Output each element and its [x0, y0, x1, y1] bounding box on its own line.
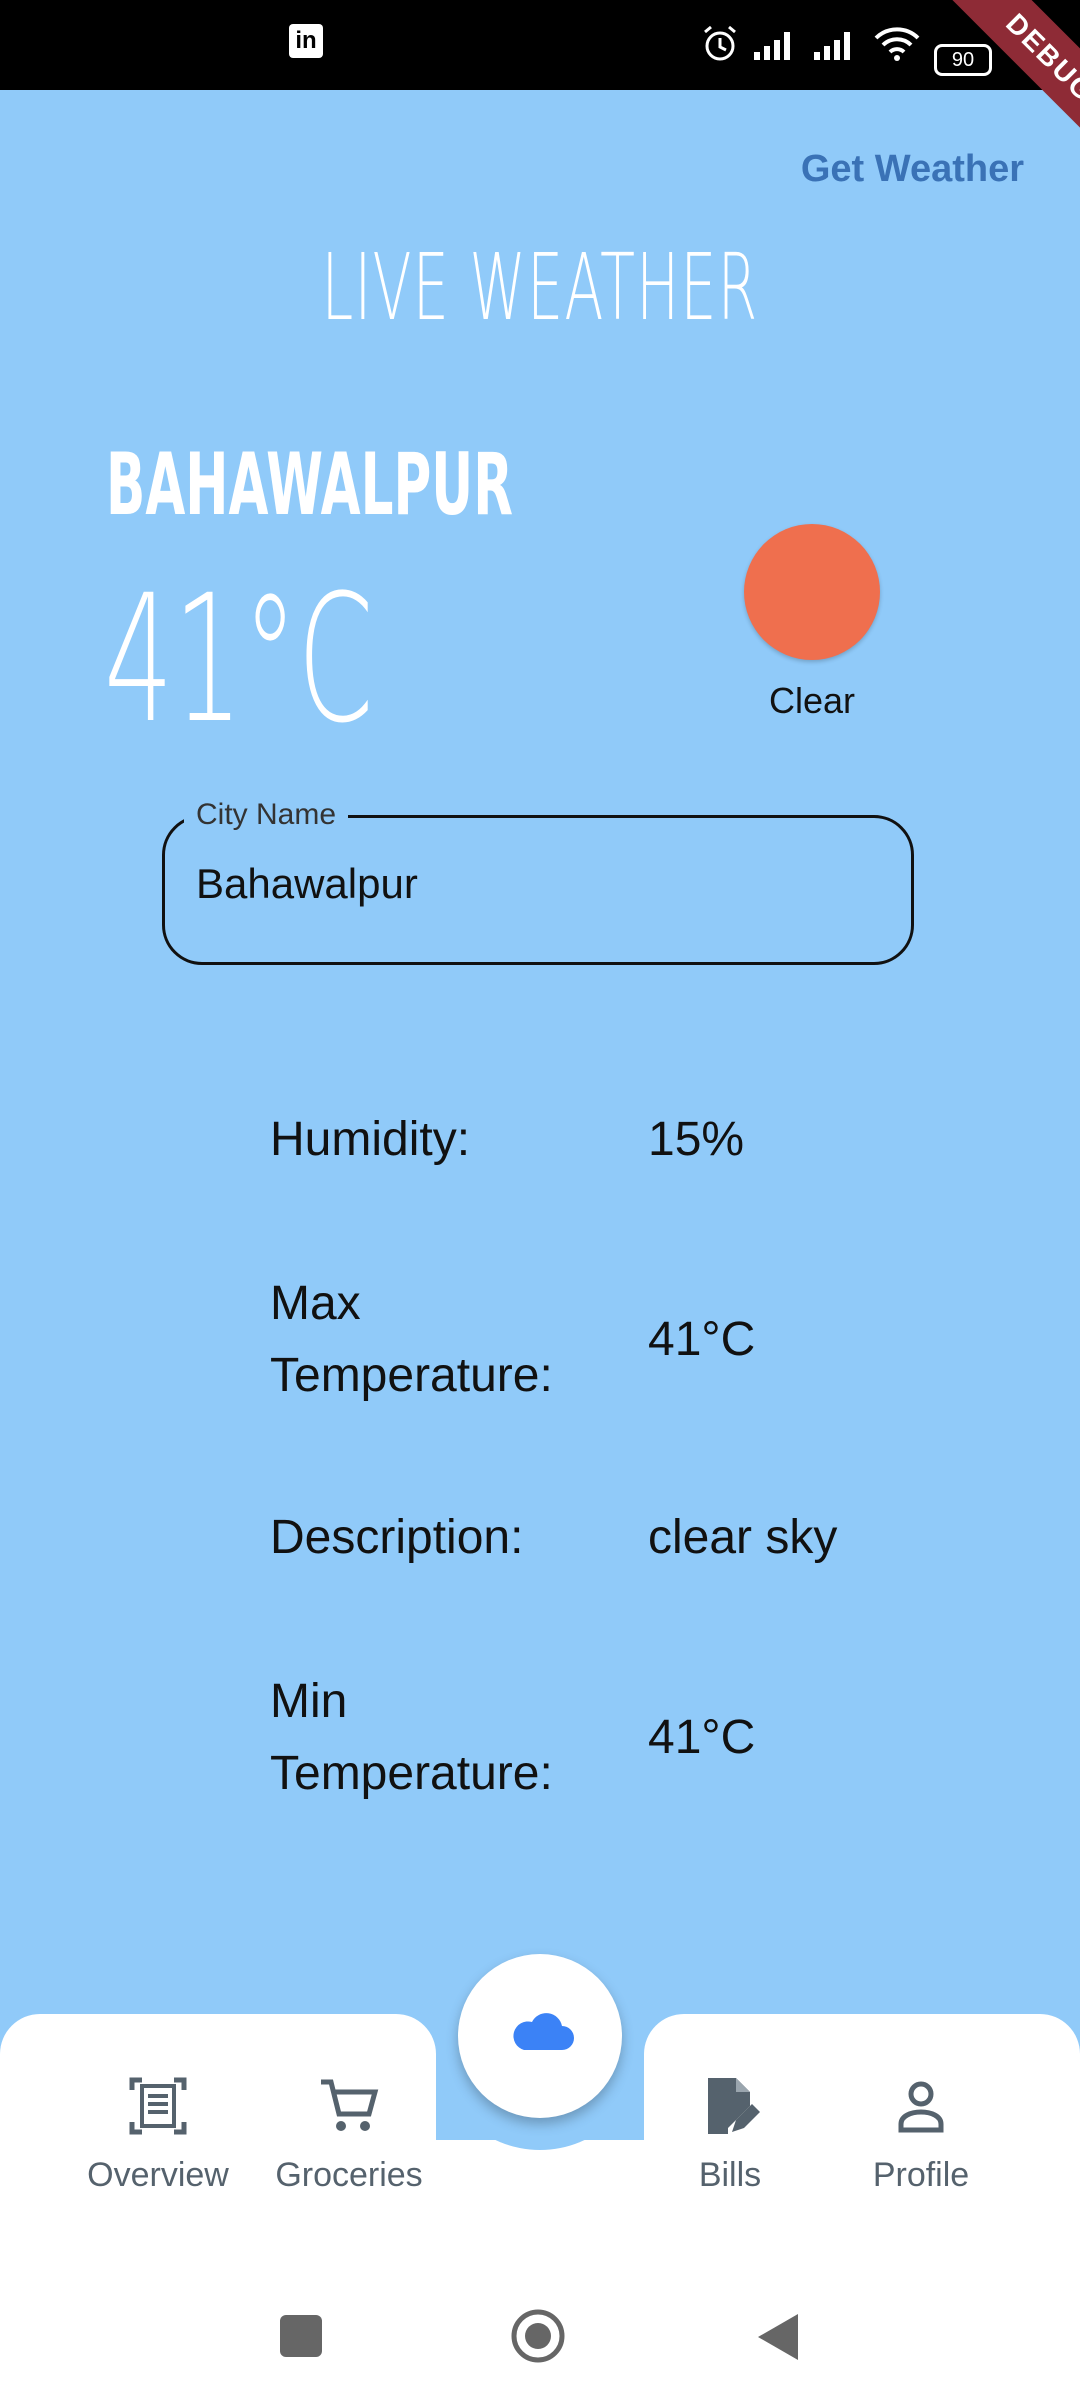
- nav-label-overview: Overview: [87, 2156, 229, 2194]
- cloud-icon: [513, 2013, 574, 2050]
- signal-icon: [754, 32, 790, 60]
- cart-icon: [321, 2079, 379, 2131]
- min-temperature-value: 41°C: [648, 1711, 756, 1764]
- recent-apps-button[interactable]: [280, 2315, 322, 2357]
- description-value: clear sky: [648, 1511, 838, 1564]
- battery-icon: 90: [934, 44, 992, 76]
- min-temperature-label: Min Temperature:: [270, 1675, 553, 1800]
- nav-label-bills: Bills: [698, 2156, 762, 2194]
- signal-icon-2: [814, 32, 850, 60]
- linkedin-notification-icon: in: [289, 24, 323, 58]
- nav-label-profile: Profile: [872, 2156, 970, 2194]
- home-button[interactable]: [510, 2308, 566, 2364]
- condition-label: Clear: [768, 680, 856, 721]
- nav-item-groceries[interactable]: Groceries: [259, 2074, 439, 2195]
- person-icon: [898, 2081, 944, 2133]
- nav-label-groceries: Groceries: [275, 2156, 423, 2194]
- get-weather-button[interactable]: Get Weather: [801, 148, 1024, 191]
- max-temperature-label: Max Temperature:: [270, 1277, 553, 1402]
- edit-document-icon: [708, 2078, 760, 2134]
- status-time: 4:10 PM: [143, 23, 292, 67]
- description-label: Description:: [270, 1511, 524, 1564]
- document-scan-icon: [129, 2077, 187, 2135]
- wifi-icon: [874, 27, 920, 61]
- current-temperature: 41°C: [104, 557, 374, 762]
- page-title: LIVE WEATHER: [321, 234, 759, 341]
- network-speed: 1.0KB/s: [563, 24, 690, 65]
- max-temperature-value: 41°C: [648, 1313, 756, 1366]
- humidity-value: 15%: [648, 1113, 745, 1166]
- alarm-icon: [704, 25, 736, 61]
- city-name: BAHAWALPUR: [106, 435, 513, 535]
- humidity-label: Humidity:: [270, 1113, 471, 1166]
- nav-item-overview[interactable]: Overview: [68, 2074, 248, 2195]
- nav-item-bills[interactable]: Bills: [640, 2074, 820, 2195]
- back-button[interactable]: [754, 2310, 802, 2364]
- nav-item-profile[interactable]: Profile: [831, 2074, 1011, 2195]
- city-name-input[interactable]: [196, 860, 876, 908]
- city-name-label: City Name: [184, 798, 349, 832]
- sun-icon: [744, 524, 880, 660]
